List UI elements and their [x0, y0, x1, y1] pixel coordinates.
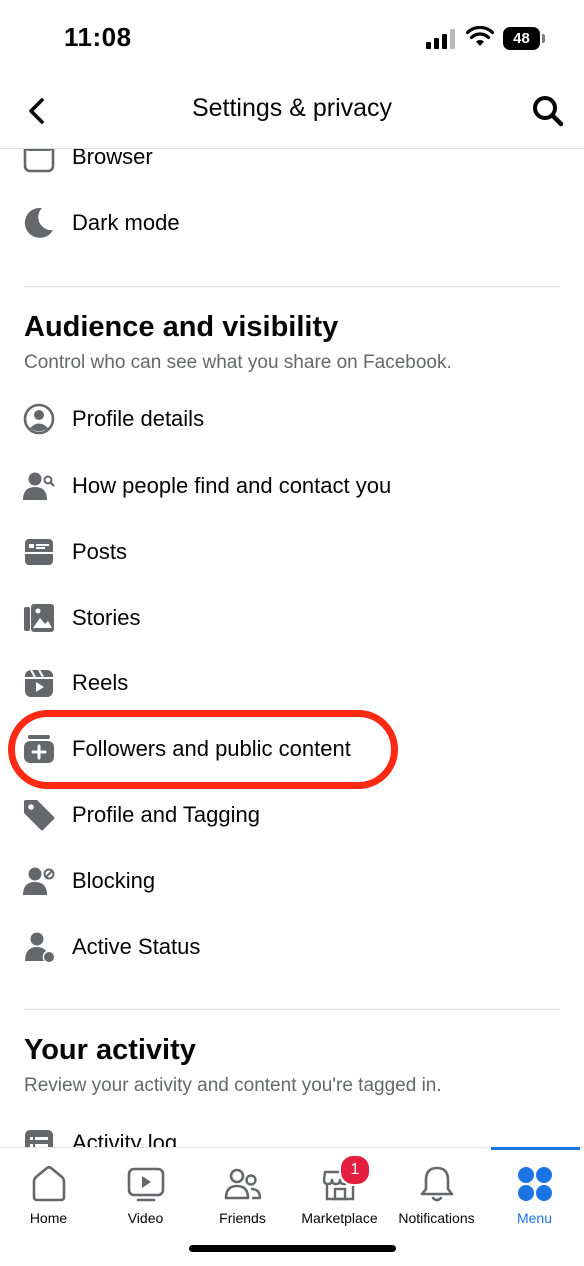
settings-item-label: Stories: [72, 605, 141, 630]
nav-menu[interactable]: Menu: [486, 1148, 583, 1238]
signal-icon: [426, 29, 455, 49]
settings-item-label: Browser: [72, 149, 153, 169]
settings-item-tagging[interactable]: Profile and Tagging: [0, 788, 584, 844]
search-icon[interactable]: [530, 93, 566, 129]
settings-item-label: Posts: [72, 539, 128, 564]
bell-icon: [420, 1166, 453, 1202]
nav-label: Video: [127, 1210, 164, 1226]
activity-log-icon: [25, 1130, 53, 1147]
active-status-icon: [25, 932, 54, 962]
block-user-icon: [23, 867, 55, 895]
user-circle-icon: [23, 403, 55, 435]
status-bar: 11:08 48: [0, 0, 584, 78]
settings-item-label: How people find and contact you: [72, 473, 392, 498]
user-search-icon: [23, 472, 55, 500]
section-subtitle-audience: Control who can see what you share on Fa…: [24, 352, 452, 373]
home-indicator[interactable]: [189, 1245, 396, 1252]
settings-item-blocking[interactable]: Blocking: [0, 854, 584, 910]
settings-item-label: Profile and Tagging: [72, 802, 260, 827]
settings-item-label: Dark mode: [72, 210, 180, 235]
nav-label: Home: [29, 1210, 68, 1226]
status-time: 11:08: [64, 22, 132, 52]
section-title-activity: Your activity: [24, 1034, 196, 1066]
battery-level: 48: [503, 27, 540, 50]
settings-item-label: Profile details: [72, 406, 205, 431]
menu-icon: [517, 1167, 552, 1201]
nav-label: Friends: [219, 1210, 266, 1226]
nav-notifications[interactable]: Notifications: [388, 1148, 485, 1238]
nav-friends[interactable]: Friends: [194, 1148, 291, 1238]
video-icon: [127, 1167, 164, 1202]
divider: [24, 286, 560, 287]
moon-icon: [24, 207, 53, 238]
page-title: Settings & privacy: [191, 94, 393, 122]
settings-item-posts[interactable]: Posts: [0, 525, 584, 581]
settings-item-find-contact[interactable]: How people find and contact you: [0, 459, 584, 515]
settings-item-profile-details[interactable]: Profile details: [0, 392, 584, 448]
reels-icon: [25, 669, 53, 697]
settings-item-activity-log[interactable]: Activity log: [0, 1116, 584, 1147]
divider: [24, 1009, 560, 1010]
settings-list: Browser Dark mode Audience and visibilit…: [0, 149, 584, 1147]
section-subtitle-activity: Review your activity and content you're …: [24, 1075, 442, 1096]
settings-item-label: Active Status: [72, 934, 201, 959]
header: Settings & privacy: [0, 78, 584, 149]
settings-item-label: Reels: [72, 670, 129, 695]
section-title-audience: Audience and visibility: [24, 311, 339, 343]
stories-icon: [24, 604, 54, 632]
settings-item-browser[interactable]: Browser: [0, 149, 584, 186]
settings-item-stories[interactable]: Stories: [0, 591, 584, 647]
browser-icon: [23, 149, 55, 173]
battery-icon: 48: [503, 27, 547, 50]
settings-item-dark-mode[interactable]: Dark mode: [0, 196, 584, 252]
nav-home[interactable]: Home: [0, 1148, 97, 1238]
home-icon: [32, 1165, 65, 1202]
settings-item-active-status[interactable]: Active Status: [0, 920, 584, 976]
tag-icon: [24, 800, 55, 831]
highlight-annotation: [8, 710, 398, 789]
nav-label: Menu: [516, 1210, 553, 1226]
settings-item-reels[interactable]: Reels: [0, 656, 584, 712]
posts-icon: [25, 539, 53, 565]
wifi-icon: [466, 26, 494, 46]
nav-label: Notifications: [398, 1210, 475, 1226]
friends-icon: [224, 1168, 261, 1200]
marketplace-badge: 1: [339, 1154, 371, 1186]
nav-label: Marketplace: [301, 1210, 378, 1226]
settings-item-label: Activity log: [72, 1130, 178, 1147]
nav-video[interactable]: Video: [97, 1148, 194, 1238]
settings-item-label: Blocking: [72, 868, 156, 893]
